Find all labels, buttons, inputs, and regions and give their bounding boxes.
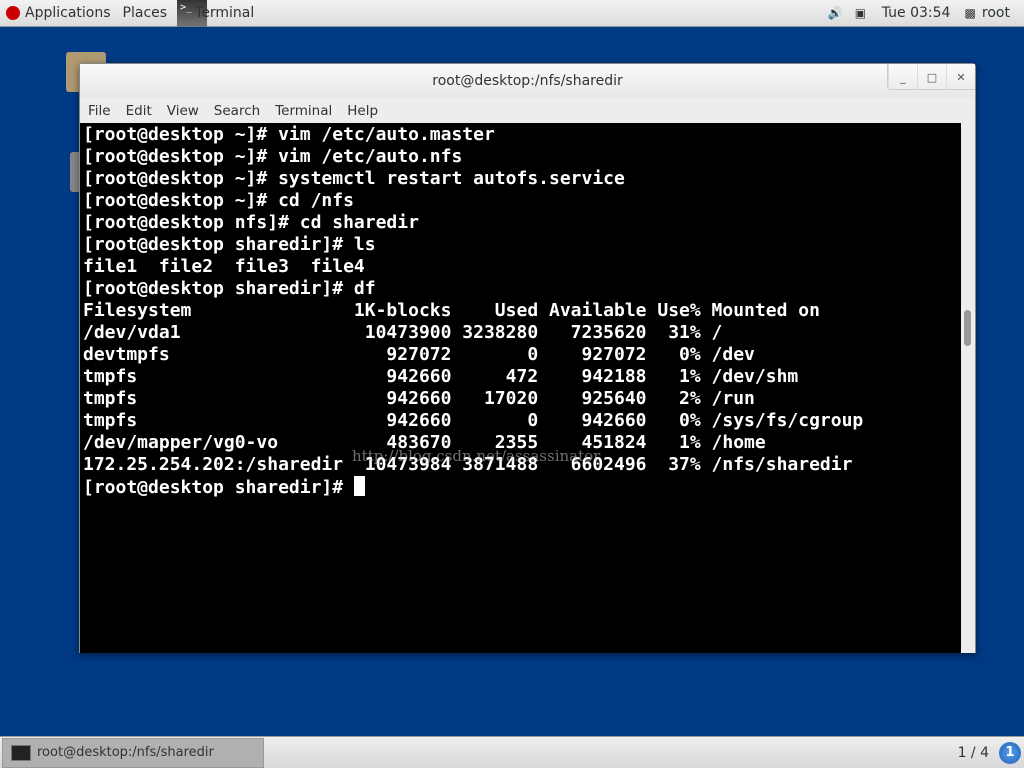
user-icon: ▩ — [964, 6, 976, 20]
places-menu[interactable]: Places — [117, 0, 174, 27]
scrollbar[interactable] — [961, 123, 975, 653]
volume-icon[interactable]: 🔊 — [828, 6, 843, 20]
terminal-icon — [11, 744, 31, 761]
terminal-line: [root@desktop sharedir]# df — [83, 278, 376, 299]
terminal-output[interactable]: [root@desktop ~]# vim /etc/auto.master [r… — [80, 123, 962, 653]
terminal-line: file1 file2 file3 file4 — [83, 256, 365, 277]
maximize-button[interactable]: □ — [917, 64, 946, 90]
network-icon[interactable]: ▣ — [855, 6, 868, 20]
scrollbar-thumb[interactable] — [964, 310, 971, 346]
minimize-button[interactable]: _ — [888, 64, 917, 90]
terminal-line: /dev/mapper/vg0-vo 483670 2355 451824 1%… — [83, 432, 766, 453]
terminal-line: 172.25.254.202:/sharedir 10473984 387148… — [83, 454, 853, 475]
terminal-line: [root@desktop ~]# vim /etc/auto.nfs — [83, 146, 463, 167]
terminal-line: [root@desktop ~]# systemctl restart auto… — [83, 168, 625, 189]
top-panel: Applications Places >_ Terminal 🔊 ▣ Tue 0… — [0, 0, 1024, 27]
workspace-switcher-icon[interactable]: 1 — [999, 741, 1021, 764]
menu-search[interactable]: Search — [214, 103, 260, 119]
terminal-line: [root@desktop sharedir]# ls — [83, 234, 376, 255]
menu-view[interactable]: View — [167, 103, 199, 119]
applications-menu[interactable]: Applications — [0, 0, 117, 27]
prompt: [root@desktop sharedir]# — [83, 477, 354, 498]
terminal-app-menu[interactable]: >_ Terminal — [173, 0, 254, 27]
applications-label: Applications — [25, 5, 111, 21]
title-bar[interactable]: root@desktop:/nfs/sharedir _ □ ✕ — [80, 64, 975, 98]
menu-edit[interactable]: Edit — [126, 103, 152, 119]
places-label: Places — [122, 5, 168, 21]
menu-file[interactable]: File — [88, 103, 111, 119]
menu-terminal[interactable]: Terminal — [275, 103, 332, 119]
redhat-logo-icon — [6, 6, 20, 20]
terminal-line: [root@desktop ~]# vim /etc/auto.master — [83, 124, 495, 145]
bottom-panel: root@desktop:/nfs/sharedir 1 / 4 1 — [0, 736, 1024, 768]
close-button[interactable]: ✕ — [946, 64, 975, 90]
user-label: root — [981, 5, 1010, 21]
user-menu[interactable]: ▩ root — [964, 5, 1010, 21]
cursor — [353, 476, 365, 496]
terminal-label: Terminal — [195, 5, 255, 21]
terminal-line: Filesystem 1K-blocks Used Available Use%… — [83, 300, 820, 321]
workspace-indicator[interactable]: 1 / 4 — [958, 745, 989, 761]
terminal-line: /dev/vda1 10473900 3238280 7235620 31% / — [83, 322, 723, 343]
menu-bar: File Edit View Search Terminal Help — [80, 98, 975, 123]
terminal-line: [root@desktop ~]# cd /nfs — [83, 190, 354, 211]
clock[interactable]: Tue 03:54 — [882, 5, 951, 21]
window-title: root@desktop:/nfs/sharedir — [432, 73, 623, 89]
terminal-line: tmpfs 942660 0 942660 0% /sys/fs/cgroup — [83, 410, 864, 431]
terminal-line: tmpfs 942660 472 942188 1% /dev/shm — [83, 366, 799, 387]
terminal-window: root@desktop:/nfs/sharedir _ □ ✕ File Ed… — [79, 63, 976, 653]
task-label: root@desktop:/nfs/sharedir — [37, 745, 214, 760]
terminal-line: devtmpfs 927072 0 927072 0% /dev — [83, 344, 755, 365]
taskbar-item-terminal[interactable]: root@desktop:/nfs/sharedir — [2, 737, 264, 768]
menu-help[interactable]: Help — [347, 103, 378, 119]
terminal-line: tmpfs 942660 17020 925640 2% /run — [83, 388, 755, 409]
terminal-line: [root@desktop nfs]# cd sharedir — [83, 212, 419, 233]
